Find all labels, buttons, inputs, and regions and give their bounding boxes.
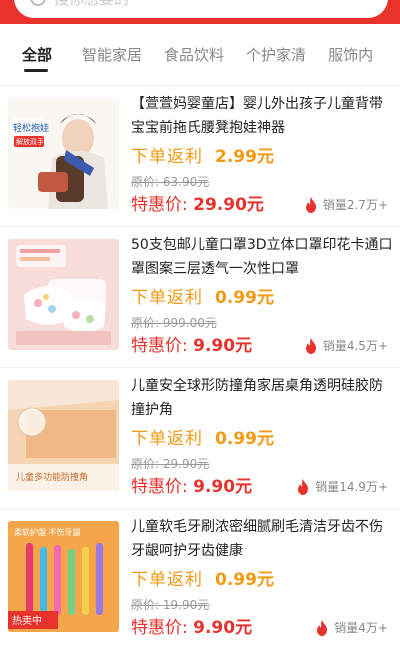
product-title[interactable]: 儿童安全球形防撞角家居桌角透明硅胶防撞护角 (131, 374, 393, 422)
sales-count: 销量 4万+ (315, 619, 388, 636)
tab-personal-care[interactable]: 个护家清 (235, 24, 317, 85)
rebate-amount: 0.99元 (215, 570, 274, 590)
product-image[interactable]: 轻松抱娃 解放双手 (8, 98, 119, 209)
original-price: 原价: 999.00元 (131, 316, 217, 330)
original-price: 原价: 19.90元 (131, 598, 210, 612)
rebate-line: 下单返利 0.99元 (131, 283, 274, 308)
special-price-label: 特惠价: (131, 336, 194, 356)
product-list-page: 搜你想要的 全部 智能家居 食品饮料 个护家清 服饰内 轻松抱娃 (0, 0, 400, 661)
fire-icon (305, 196, 316, 213)
sales-label: 销量 (322, 339, 347, 353)
sales-value: 2.7万+ (346, 198, 388, 212)
product-card[interactable]: 轻松抱娃 解放双手 【萱萱妈婴童店】婴儿外出孩子儿童背带宝宝前拖氏腰凳抱娃神器 … (0, 86, 400, 227)
rebate-label: 下单返利 (131, 147, 203, 167)
product-title[interactable]: 儿童软毛牙刷浓密细腻刷毛清洁牙齿不伤牙龈呵护牙齿健康 (131, 515, 393, 563)
sales-count: 销量 4.5万+ (304, 337, 388, 354)
sales-label: 销量 (322, 198, 347, 212)
category-tabs: 全部 智能家居 食品饮料 个护家清 服饰内 (0, 24, 400, 86)
product-image[interactable] (8, 239, 119, 350)
baby-carrier-image: 轻松抱娃 解放双手 (8, 98, 119, 209)
product-card[interactable]: 柔软护龈 不伤牙龈 热卖中 儿童软毛牙刷浓密细腻刷毛清洁牙齿不伤牙龈呵护牙齿健康… (0, 509, 400, 650)
sales-value: 14.9万+ (339, 480, 388, 494)
special-price-label: 特惠价: (131, 195, 194, 215)
search-icon (30, 0, 46, 6)
product-card[interactable]: 儿童多功能防撞角 儿童安全球形防撞角家居桌角透明硅胶防撞护角 下单返利 0.99元… (0, 368, 400, 509)
original-price: 原价: 63.90元 (131, 175, 210, 189)
tab-food-drinks[interactable]: 食品饮料 (153, 24, 235, 85)
rebate-line: 下单返利 2.99元 (131, 142, 274, 167)
special-price-line: 特惠价: 29.90元 (131, 190, 264, 215)
image-caption: 儿童多功能防撞角 (16, 471, 88, 483)
tab-apparel[interactable]: 服饰内 (317, 24, 384, 85)
special-price: 9.90元 (193, 336, 253, 356)
original-price: 原价: 29.90元 (131, 457, 210, 471)
search-bar[interactable]: 搜你想要的 (14, 0, 388, 18)
rebate-amount: 0.99元 (215, 429, 274, 449)
special-price-label: 特惠价: (131, 477, 194, 497)
sales-count: 销量 2.7万+ (304, 196, 388, 213)
tab-all[interactable]: 全部 (0, 24, 71, 85)
fire-icon (298, 478, 309, 495)
special-price-label: 特惠价: (131, 618, 194, 638)
fire-icon (317, 619, 328, 636)
sales-count: 销量 14.9万+ (296, 478, 388, 495)
special-price: 9.90元 (193, 477, 253, 497)
rebate-amount: 2.99元 (215, 147, 274, 167)
image-caption: 热卖中 (12, 614, 42, 627)
product-image[interactable]: 柔软护龈 不伤牙龈 热卖中 (8, 521, 119, 632)
rebate-label: 下单返利 (131, 429, 203, 449)
tab-smart-home[interactable]: 智能家居 (71, 24, 153, 85)
special-price-line: 特惠价: 9.90元 (131, 331, 252, 356)
product-image[interactable]: 儿童多功能防撞角 (8, 380, 119, 491)
image-caption: 轻松抱娃 (13, 122, 49, 134)
image-caption: 解放双手 (16, 137, 44, 146)
search-placeholder: 搜你想要的 (54, 0, 129, 9)
header-bar: 搜你想要的 (0, 0, 400, 24)
sales-value: 4万+ (358, 621, 388, 635)
kids-mask-image (8, 239, 119, 350)
sales-value: 4.5万+ (346, 339, 388, 353)
rebate-label: 下单返利 (131, 570, 203, 590)
special-price: 29.90元 (193, 195, 264, 215)
sales-label: 销量 (334, 621, 359, 635)
fire-icon (305, 337, 316, 354)
toothbrush-image: 柔软护龈 不伤牙龈 热卖中 (8, 521, 119, 632)
product-title[interactable]: 50支包邮儿童口罩3D立体口罩印花卡通口罩图案三层透气一次性口罩 (131, 233, 393, 281)
special-price: 9.90元 (193, 618, 253, 638)
rebate-line: 下单返利 0.99元 (131, 424, 274, 449)
rebate-line: 下单返利 0.99元 (131, 565, 274, 590)
rebate-amount: 0.99元 (215, 288, 274, 308)
special-price-line: 特惠价: 9.90元 (131, 472, 252, 497)
product-card[interactable]: 50支包邮儿童口罩3D立体口罩印花卡通口罩图案三层透气一次性口罩 下单返利 0.9… (0, 227, 400, 368)
corner-guard-image: 儿童多功能防撞角 (8, 380, 119, 491)
sales-label: 销量 (315, 480, 340, 494)
special-price-line: 特惠价: 9.90元 (131, 613, 252, 638)
image-caption: 柔软护龈 不伤牙龈 (14, 527, 81, 537)
product-title[interactable]: 【萱萱妈婴童店】婴儿外出孩子儿童背带宝宝前拖氏腰凳抱娃神器 (131, 92, 393, 140)
product-list: 轻松抱娃 解放双手 【萱萱妈婴童店】婴儿外出孩子儿童背带宝宝前拖氏腰凳抱娃神器 … (0, 86, 400, 650)
rebate-label: 下单返利 (131, 288, 203, 308)
